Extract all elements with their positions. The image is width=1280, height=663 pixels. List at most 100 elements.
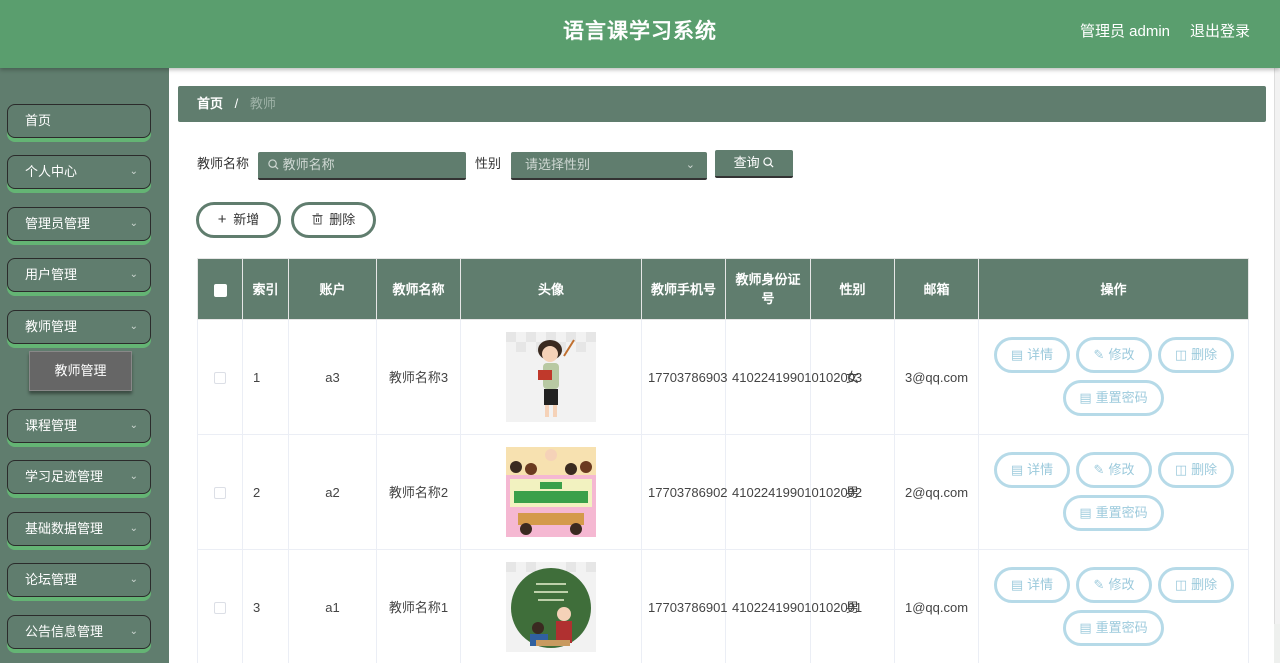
chevron-down-icon: ⌄	[685, 159, 695, 171]
top-header: 语言课学习系统 管理员 admin 退出登录	[0, 0, 1280, 68]
search-icon	[763, 155, 774, 170]
cell-account: a2	[288, 434, 377, 550]
cell-phone: 17703786903	[641, 319, 728, 435]
reset-password-button-label: 重置密码	[1095, 390, 1148, 405]
table-header-row: 索引 账户 教师名称 头像 教师手机号 教师身份证号 性别 邮箱 操作	[197, 258, 1249, 320]
sidebar-item-notice-management[interactable]: 公告信息管理 ⌄	[7, 615, 151, 649]
column-header: 教师手机号	[641, 258, 726, 320]
column-header: 头像	[460, 258, 642, 320]
sidebar-item-forum-management[interactable]: 论坛管理 ⌄	[7, 563, 151, 597]
breadcrumb-home[interactable]: 首页	[197, 96, 223, 111]
teacher-table: 索引 账户 教师名称 头像 教师手机号 教师身份证号 性别 邮箱 操作 1 a3…	[197, 258, 1249, 663]
sidebar-item-label: 首页	[25, 113, 52, 128]
vertical-scrollbar[interactable]	[1274, 68, 1280, 663]
cell-avatar	[460, 434, 642, 550]
chevron-down-icon: ⌄	[129, 471, 138, 482]
pencil-icon: ✎	[1093, 462, 1105, 477]
cell-email: 1@qq.com	[894, 549, 979, 663]
row-checkbox[interactable]	[214, 602, 226, 615]
sidebar-item-label: 公告信息管理	[25, 624, 104, 639]
reset-password-button[interactable]: ▤ 重置密码	[1063, 495, 1164, 531]
row-select-cell[interactable]	[197, 434, 243, 550]
document-icon: ▤	[1079, 620, 1092, 635]
row-actions: ▤ 详情 ✎ 修改 ◫ 删除 ▤ 重置密码	[985, 550, 1242, 663]
table-row: 3 a1 教师名称1 17703786901 41022419901010200…	[197, 549, 1249, 663]
current-user-label: 管理员 admin	[1079, 23, 1170, 40]
edit-button-label: 修改	[1108, 347, 1135, 362]
document-icon: ▤	[1010, 462, 1024, 477]
reset-password-button[interactable]: ▤ 重置密码	[1063, 610, 1164, 646]
sidebar-item-label: 个人中心	[25, 164, 78, 179]
search-icon	[268, 157, 283, 172]
sidebar-item-label: 用户管理	[25, 267, 78, 282]
table-row: 1 a3 教师名称3 17703786903 41022419901010200…	[197, 319, 1249, 435]
detail-button-label: 详情	[1027, 577, 1054, 592]
delete-button-label: 删除	[1191, 462, 1218, 477]
detail-button[interactable]: ▤ 详情	[994, 452, 1070, 488]
table-row: 2 a2 教师名称2 17703786902 41022419901010200…	[197, 434, 1249, 550]
chevron-down-icon: ⌄	[129, 574, 138, 585]
row-checkbox[interactable]	[214, 372, 226, 385]
delete-button-label: 删除	[1191, 577, 1218, 592]
cell-avatar	[460, 319, 642, 435]
select-all-cell[interactable]	[197, 258, 243, 320]
sidebar-item-basic-data-management[interactable]: 基础数据管理 ⌄	[7, 512, 151, 546]
row-select-cell[interactable]	[197, 549, 243, 663]
sidebar-item-label: 论坛管理	[25, 572, 78, 587]
teacher-name-search-input[interactable]: 教师名称	[258, 152, 466, 180]
trash-icon: ◫	[1174, 577, 1188, 592]
submenu-item-teacher-management[interactable]: 教师管理	[29, 351, 132, 391]
chevron-down-icon: ⌄	[129, 218, 138, 229]
chevron-down-icon: ⌄	[129, 166, 138, 177]
gender-select[interactable]: 请选择性别 ⌄	[511, 152, 707, 180]
teacher-reading-image	[506, 332, 596, 422]
cell-account: a3	[288, 319, 377, 435]
sidebar-item-personal-center[interactable]: 个人中心 ⌄	[7, 155, 151, 189]
classroom-poster-image	[506, 447, 596, 537]
column-header: 索引	[242, 258, 289, 320]
sidebar-item-home[interactable]: 首页	[7, 104, 151, 138]
sidebar-item-teacher-management[interactable]: 教师管理 ⌄	[7, 310, 151, 344]
edit-button[interactable]: ✎ 修改	[1076, 567, 1152, 603]
sidebar-item-label: 学习足迹管理	[25, 469, 104, 484]
select-all-checkbox[interactable]	[213, 283, 227, 297]
cell-index: 1	[242, 319, 289, 435]
sidebar-item-admin-management[interactable]: 管理员管理 ⌄	[7, 207, 151, 241]
search-placeholder: 教师名称	[282, 157, 335, 172]
sidebar-item-label: 管理员管理	[25, 216, 91, 231]
row-actions: ▤ 详情 ✎ 修改 ◫ 删除 ▤ 重置密码	[985, 320, 1242, 434]
delete-button-label: 删除	[329, 212, 356, 227]
column-header: 教师名称	[376, 258, 461, 320]
breadcrumb-separator: /	[234, 96, 239, 111]
row-select-cell[interactable]	[197, 319, 243, 435]
edit-button-label: 修改	[1108, 462, 1135, 477]
edit-button[interactable]: ✎ 修改	[1076, 452, 1152, 488]
document-icon: ▤	[1010, 577, 1024, 592]
detail-button[interactable]: ▤ 详情	[994, 337, 1070, 373]
query-button[interactable]: 查询	[715, 150, 793, 178]
sidebar-item-footprint-management[interactable]: 学习足迹管理 ⌄	[7, 460, 151, 494]
cell-actions: ▤ 详情 ✎ 修改 ◫ 删除 ▤ 重置密码	[978, 434, 1249, 550]
cell-name: 教师名称1	[376, 549, 461, 663]
logout-link[interactable]: 退出登录	[1190, 0, 1250, 64]
reset-password-button[interactable]: ▤ 重置密码	[1063, 380, 1164, 416]
sidebar-item-user-management[interactable]: 用户管理 ⌄	[7, 258, 151, 292]
cell-actions: ▤ 详情 ✎ 修改 ◫ 删除 ▤ 重置密码	[978, 549, 1249, 663]
cell-index: 2	[242, 434, 289, 550]
delete-button[interactable]: ◫ 删除	[1158, 452, 1234, 488]
chevron-down-icon: ⌄	[129, 321, 138, 332]
edit-button[interactable]: ✎ 修改	[1076, 337, 1152, 373]
row-actions: ▤ 详情 ✎ 修改 ◫ 删除 ▤ 重置密码	[985, 435, 1242, 549]
add-button-label: 新增	[233, 212, 260, 227]
detail-button-label: 详情	[1027, 462, 1054, 477]
batch-delete-button[interactable]: 删除	[291, 202, 376, 238]
detail-button[interactable]: ▤ 详情	[994, 567, 1070, 603]
sidebar-item-course-management[interactable]: 课程管理 ⌄	[7, 409, 151, 443]
delete-button[interactable]: ◫ 删除	[1158, 567, 1234, 603]
reset-password-button-label: 重置密码	[1095, 620, 1148, 635]
delete-button[interactable]: ◫ 删除	[1158, 337, 1234, 373]
scrollbar-thumb[interactable]	[1274, 68, 1280, 624]
add-button[interactable]: + 新增	[196, 202, 281, 238]
row-checkbox[interactable]	[214, 487, 226, 500]
sidebar-item-label: 教师管理	[25, 319, 78, 334]
